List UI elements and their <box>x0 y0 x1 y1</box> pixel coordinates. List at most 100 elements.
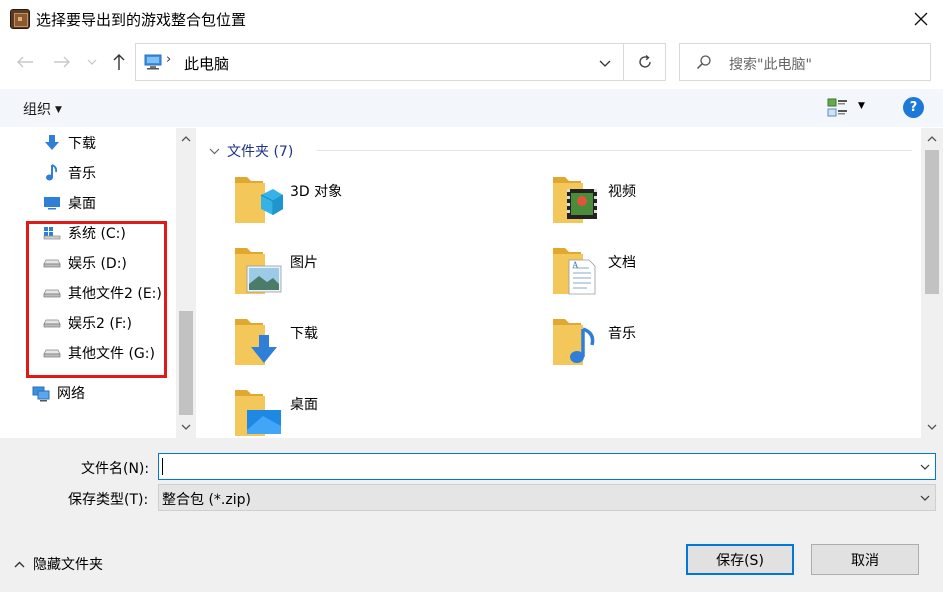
folder-pictures[interactable]: 图片 <box>233 244 483 304</box>
content-scrollbar[interactable] <box>921 128 943 438</box>
downloads-folder-icon <box>235 319 277 365</box>
save-button[interactable]: 保存(S) <box>686 544 794 575</box>
documents-folder-icon: A <box>553 248 596 295</box>
sidebar-item-label: 下载 <box>68 136 96 152</box>
folder-label: 文档 <box>608 255 636 271</box>
folder-documents[interactable]: A 文档 <box>551 244 801 304</box>
refresh-icon <box>638 54 651 68</box>
scroll-thumb[interactable] <box>925 150 939 294</box>
pictures-folder-icon <box>235 248 282 294</box>
filename-label: 文件名(N): <box>81 461 150 477</box>
folder-3d-objects[interactable]: 3D 对象 <box>233 173 483 233</box>
up-arrow-icon <box>113 54 125 70</box>
sidebar-item-label: 桌面 <box>68 196 96 212</box>
filetype-label: 保存类型(T): <box>68 492 149 508</box>
chevron-down-icon <box>599 60 611 67</box>
network-icon <box>32 386 50 402</box>
folder-desktop[interactable]: 桌面 <box>233 386 483 446</box>
address-chevron[interactable]: › <box>166 52 171 67</box>
address-dropdown-button[interactable] <box>593 52 617 74</box>
refresh-button[interactable] <box>623 43 666 81</box>
music-note-icon <box>46 164 58 181</box>
chevron-down-icon <box>209 148 220 154</box>
command-bar: 组织 ▼ ▼ ? <box>0 89 943 127</box>
folder-label: 下载 <box>290 326 318 342</box>
caret-down-icon: ▼ <box>55 105 62 115</box>
group-divider <box>317 150 912 151</box>
scroll-up-button[interactable] <box>176 130 196 148</box>
folder-label: 音乐 <box>608 326 636 342</box>
help-icon: ? <box>909 100 918 115</box>
filetype-dropdown-button[interactable] <box>917 489 933 507</box>
folders-group-header[interactable]: 文件夹 (7) <box>209 141 912 161</box>
sidebar-item-music[interactable]: 音乐 <box>42 158 96 188</box>
organize-label: 组织 <box>23 102 51 118</box>
chevron-down-icon <box>181 424 191 430</box>
music-folder-icon <box>553 319 595 365</box>
forward-button[interactable] <box>50 50 74 74</box>
scroll-down-button[interactable] <box>923 418 941 436</box>
navigation-scrollbar[interactable] <box>176 128 196 438</box>
back-button[interactable] <box>13 50 37 74</box>
scroll-down-button[interactable] <box>176 418 196 436</box>
recent-locations-button[interactable] <box>82 50 102 74</box>
sidebar-item-downloads[interactable]: 下载 <box>42 128 96 158</box>
sidebar-item-label: 网络 <box>57 386 85 402</box>
up-button[interactable] <box>107 50 131 74</box>
view-options-icon[interactable] <box>827 98 849 118</box>
file-list: 文件夹 (7) 3D 对象 视频 图片 A 文档 下载 音乐 桌面 <box>197 128 921 438</box>
sidebar-item-label: 音乐 <box>68 166 96 182</box>
forward-arrow-icon <box>54 56 70 68</box>
close-icon <box>914 12 928 26</box>
filetype-value: 整合包 (*.zip) <box>162 492 251 508</box>
search-box[interactable]: 搜索"此电脑" <box>679 43 931 81</box>
chevron-up-icon <box>181 136 191 142</box>
sidebar-item-network[interactable]: 网络 <box>31 378 85 408</box>
filetype-select[interactable]: 整合包 (*.zip) <box>158 484 936 511</box>
drives-highlight-box <box>26 221 167 378</box>
text-caret <box>162 458 163 475</box>
chevron-up-icon <box>927 136 937 142</box>
close-button[interactable] <box>906 4 936 34</box>
group-header-label: 文件夹 (7) <box>227 144 294 160</box>
scroll-thumb[interactable] <box>179 311 193 415</box>
hide-folders-toggle[interactable]: 隐藏文件夹 <box>14 554 103 574</box>
folder-videos[interactable]: 视频 <box>551 173 801 233</box>
search-placeholder[interactable]: 搜索"此电脑" <box>729 54 812 74</box>
help-button[interactable]: ? <box>903 97 924 118</box>
address-path[interactable]: 此电脑 <box>184 53 229 74</box>
chevron-down-icon <box>920 464 930 470</box>
svg-text:A: A <box>572 260 579 270</box>
view-options-caret[interactable]: ▼ <box>858 101 865 111</box>
folder-label: 视频 <box>608 184 636 200</box>
app-icon <box>10 9 30 29</box>
scroll-up-button[interactable] <box>923 130 941 148</box>
back-arrow-icon <box>17 56 33 68</box>
filename-input[interactable] <box>158 453 936 480</box>
download-arrow-icon <box>45 135 59 150</box>
chevron-up-icon <box>14 561 25 567</box>
folder-label: 图片 <box>290 255 318 271</box>
desktop-folder-icon <box>235 390 281 436</box>
cancel-label: 取消 <box>851 552 879 569</box>
folder-label: 3D 对象 <box>290 184 343 200</box>
organize-menu-button[interactable]: 组织 ▼ <box>23 99 62 119</box>
title-bar: 选择要导出到的游戏整合包位置 <box>0 0 943 38</box>
folder-music[interactable]: 音乐 <box>551 315 801 375</box>
folder-downloads[interactable]: 下载 <box>233 315 483 375</box>
address-bar[interactable]: › 此电脑 <box>135 43 624 81</box>
desktop-icon <box>44 197 60 210</box>
folder-label: 桌面 <box>290 397 318 413</box>
save-label: 保存(S) <box>716 552 764 569</box>
chevron-down-icon <box>927 424 937 430</box>
search-icon <box>696 55 711 70</box>
this-pc-icon <box>144 54 162 70</box>
window-title: 选择要导出到的游戏整合包位置 <box>36 11 247 29</box>
chevron-down-icon <box>920 495 930 501</box>
sidebar-item-desktop[interactable]: 桌面 <box>42 188 96 218</box>
filename-dropdown-button[interactable] <box>917 458 933 476</box>
cancel-button[interactable]: 取消 <box>811 544 919 575</box>
videos-folder-icon <box>553 177 597 223</box>
hide-folders-label: 隐藏文件夹 <box>33 557 103 573</box>
chevron-down-icon <box>87 59 97 65</box>
